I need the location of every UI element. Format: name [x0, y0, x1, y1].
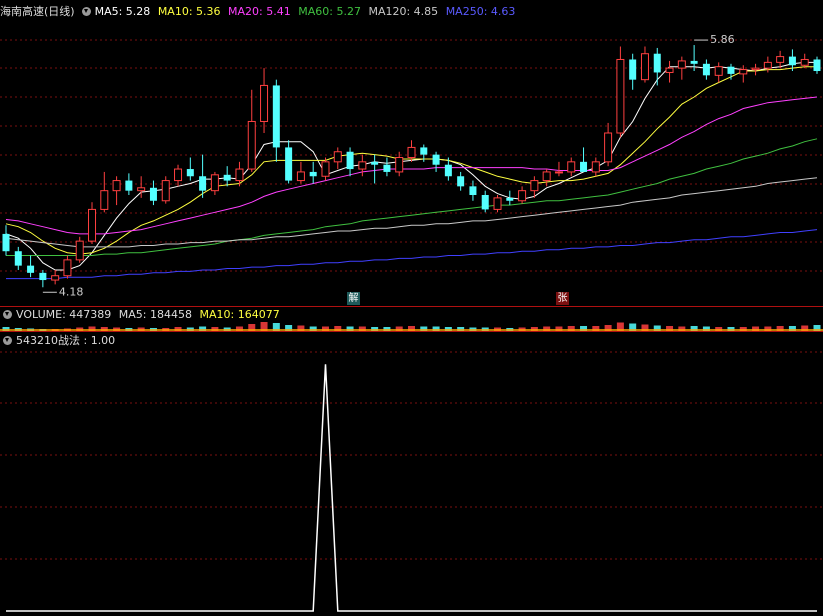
- candle-body: [39, 272, 47, 281]
- ma10-label: MA10: 5.36: [157, 5, 221, 18]
- candle-body: [333, 151, 342, 163]
- dropdown-icon[interactable]: [81, 7, 91, 16]
- candle-body: [469, 186, 477, 195]
- candle-body: [727, 66, 735, 74]
- volume-header: VOLUME: 447389 MA5: 184458 MA10: 164077: [0, 307, 284, 323]
- candle-body: [149, 187, 157, 201]
- candle-body: [739, 69, 748, 75]
- candle-body: [751, 67, 760, 71]
- ma120-label: MA120: 4.85: [368, 5, 439, 18]
- candle-body: [395, 157, 404, 173]
- candle-body: [580, 161, 588, 172]
- main-chart-header: 海南高速(日线) MA5: 5.28 MA10: 5.36 MA20: 5.41 …: [0, 4, 519, 20]
- price-annotation: 5.86: [710, 33, 735, 46]
- candle-body: [161, 180, 170, 202]
- indicator-label: 543210战法 : 1.00: [16, 334, 116, 347]
- candle-body: [321, 161, 330, 177]
- candle-body: [285, 147, 293, 181]
- candle-body: [174, 168, 183, 182]
- ma20-label: MA20: 5.41: [228, 5, 291, 18]
- candle-body: [247, 120, 256, 170]
- dropdown-icon[interactable]: [3, 336, 12, 345]
- indicator-line: [6, 364, 817, 612]
- candle-body: [481, 194, 489, 210]
- candle-body: [407, 146, 416, 159]
- price-annotation: 4.18: [59, 285, 83, 298]
- candle-body: [640, 53, 649, 81]
- candle-body: [75, 240, 84, 261]
- candle-body: [604, 132, 613, 163]
- candle-body: [383, 164, 391, 172]
- candle-body: [616, 58, 625, 134]
- candle-body: [665, 67, 674, 73]
- candle-body: [788, 56, 796, 66]
- candle-body: [51, 275, 60, 281]
- candle-body: [296, 171, 305, 182]
- ma5-label: MA5: 5.28: [94, 5, 151, 18]
- candle-body: [677, 60, 686, 69]
- candle-body: [518, 190, 527, 202]
- candle-body: [63, 259, 72, 277]
- candle-body: [506, 197, 514, 201]
- candle-body: [554, 171, 563, 174]
- candle-body: [690, 60, 698, 64]
- candle-body: [100, 190, 109, 210]
- candle-body: [358, 161, 367, 170]
- candle-body: [210, 174, 219, 192]
- candle-body: [629, 59, 637, 80]
- ma60-label: MA60: 5.27: [298, 5, 361, 18]
- indicator-header: 543210战法 : 1.00: [0, 333, 119, 349]
- dropdown-icon[interactable]: [3, 310, 12, 319]
- candle-body: [371, 161, 379, 165]
- jie-marker: 解: [347, 292, 360, 305]
- candle-body: [420, 147, 428, 155]
- candle-body: [567, 161, 576, 173]
- volume-ma10-label: MA10: 164077: [199, 308, 280, 321]
- stock-title: 海南高速(日线): [0, 5, 75, 18]
- candle-body: [88, 208, 97, 242]
- candle-body: [125, 180, 133, 191]
- candle-body: [199, 176, 207, 191]
- volume-label: VOLUME: 447389: [16, 308, 112, 321]
- candle-body: [530, 180, 539, 192]
- candle-body: [260, 84, 269, 122]
- candle-body: [776, 56, 785, 63]
- zhang-marker: 张: [556, 292, 569, 305]
- series-line-ma5: [5, 61, 817, 271]
- candle-body: [272, 85, 280, 148]
- candle-body: [14, 251, 22, 266]
- candle-body: [457, 176, 465, 187]
- candle-body: [542, 171, 551, 182]
- volume-ma5-label: MA5: 184458: [118, 308, 192, 321]
- candle-body: [813, 59, 821, 72]
- candle-body: [186, 169, 194, 177]
- candle-body: [137, 187, 146, 192]
- candle-body: [27, 265, 35, 273]
- candle-body: [493, 197, 502, 210]
- candle-body: [309, 171, 317, 177]
- candle-body: [432, 154, 440, 165]
- candle-body: [112, 180, 121, 192]
- candle-body: [235, 168, 244, 182]
- candle-body: [591, 161, 600, 173]
- candle-body: [800, 58, 809, 66]
- candle-body: [346, 151, 354, 170]
- candle-body: [702, 63, 710, 76]
- candle-body: [714, 66, 723, 76]
- candle-body: [444, 164, 452, 177]
- candle-body: [2, 233, 10, 252]
- candle-body: [223, 174, 231, 181]
- candle-body: [653, 53, 661, 73]
- ma250-label: MA250: 4.63: [445, 5, 516, 18]
- candle-body: [763, 61, 772, 69]
